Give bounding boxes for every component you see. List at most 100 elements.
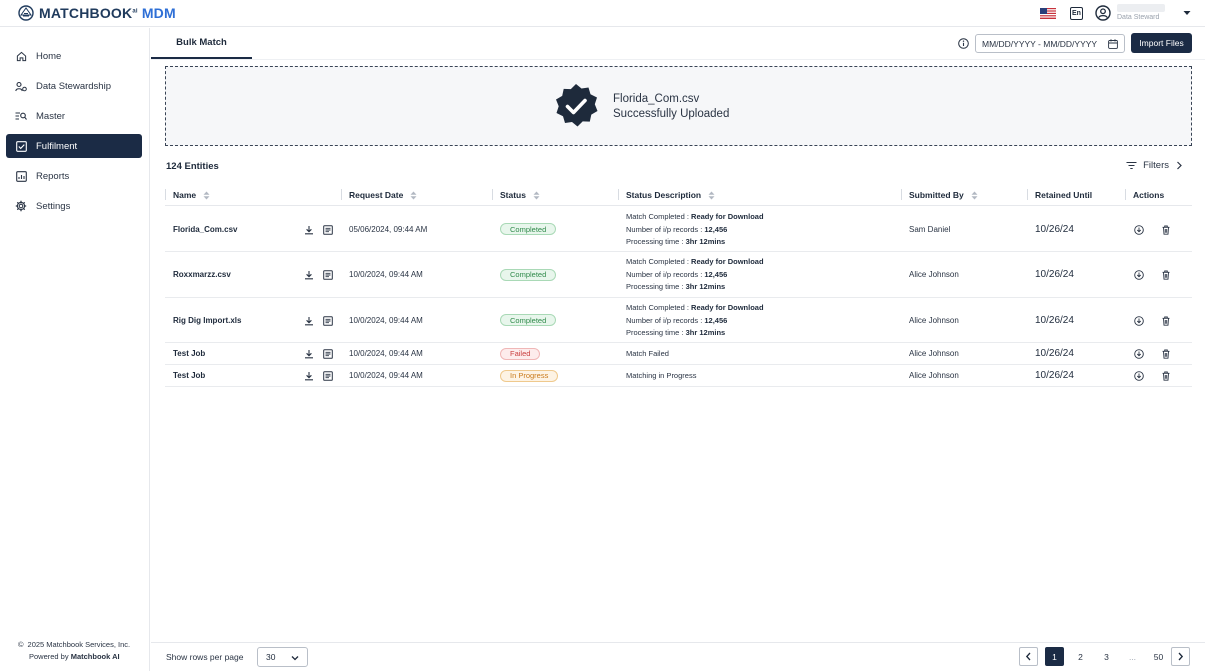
column-header-request-date[interactable]: Request Date: [341, 184, 417, 206]
table-row[interactable]: Test Job 10/0/2024, 09:44 AM Failed Matc…: [165, 343, 1192, 365]
import-files-button[interactable]: Import Files: [1131, 33, 1192, 53]
user-name-redacted: [1117, 4, 1165, 12]
sidebar-item-label: Reports: [36, 170, 70, 182]
download-circle-icon[interactable]: [1134, 349, 1144, 359]
tab-bulk-match[interactable]: Bulk Match: [151, 28, 252, 59]
download-circle-icon[interactable]: [1134, 270, 1144, 280]
page-button-3[interactable]: 3: [1097, 647, 1116, 666]
brand-logo[interactable]: MATCHBOOKai MDM: [18, 3, 176, 23]
page-button-1[interactable]: 1: [1045, 647, 1064, 666]
details-icon[interactable]: [323, 225, 333, 235]
rows-per-page-select[interactable]: 30: [257, 647, 308, 667]
user-role: Data Steward: [1117, 14, 1160, 21]
uploaded-filename: Florida_Com.csv: [613, 93, 700, 105]
trash-icon[interactable]: [1161, 225, 1171, 235]
details-icon[interactable]: [323, 371, 333, 381]
column-header-submitted-by[interactable]: Submitted By: [901, 184, 978, 206]
submitted-by: Sam Daniel: [909, 224, 951, 234]
details-icon[interactable]: [323, 349, 333, 359]
gear-icon: [15, 200, 27, 212]
download-circle-icon[interactable]: [1134, 225, 1144, 235]
date-range-input[interactable]: MM/DD/YYYY - MM/DD/YYYY: [975, 34, 1125, 53]
user-avatar-icon[interactable]: [1095, 5, 1111, 21]
filters-button[interactable]: Filters: [1126, 160, 1183, 171]
sidebar-item-reports[interactable]: Reports: [6, 164, 142, 188]
status-description: Match Failed: [626, 349, 669, 358]
verified-badge-icon: [556, 84, 598, 127]
table-row[interactable]: Florida_Com.csv 05/06/2024, 09:44 AM Com…: [165, 207, 1192, 252]
sort-icon[interactable]: [203, 191, 210, 200]
pagination: 1 2 3 ... 50: [1012, 647, 1190, 666]
calendar-icon[interactable]: [1108, 39, 1118, 49]
download-icon[interactable]: [304, 371, 314, 381]
sort-icon[interactable]: [533, 191, 540, 200]
trash-icon[interactable]: [1161, 270, 1171, 280]
brand-name: MATCHBOOKai MDM: [39, 5, 176, 21]
status-badge: In Progress: [500, 369, 559, 382]
status-badge: Failed: [500, 347, 541, 360]
request-date: 10/0/2024, 09:44 AM: [349, 270, 423, 279]
sidebar-item-label: Master: [36, 110, 66, 122]
user-info[interactable]: Data Steward: [1117, 3, 1179, 23]
copyright-text: 2025 Matchbook Services, Inc.: [27, 640, 131, 649]
us-flag-icon[interactable]: [1040, 7, 1056, 19]
caret-down-icon[interactable]: [1183, 9, 1191, 17]
sidebar-item-master[interactable]: Master: [6, 104, 142, 128]
download-icon[interactable]: [304, 316, 314, 326]
download-icon[interactable]: [304, 270, 314, 280]
sort-icon[interactable]: [708, 191, 715, 200]
download-icon[interactable]: [304, 225, 314, 235]
trash-icon[interactable]: [1161, 371, 1171, 381]
file-name[interactable]: Test Job: [173, 365, 205, 386]
page-button-50[interactable]: 50: [1149, 647, 1168, 666]
next-page-button[interactable]: [1171, 647, 1190, 666]
rows-per-page-value: 30: [266, 652, 276, 662]
chevron-right-icon: [1177, 161, 1182, 170]
table-row[interactable]: Rig Dig Import.xls 10/0/2024, 09:44 AM C…: [165, 298, 1192, 343]
sort-icon[interactable]: [410, 191, 417, 200]
previous-page-button[interactable]: [1019, 647, 1038, 666]
file-name[interactable]: Roxxmarzz.csv: [173, 252, 231, 297]
report-icon: [15, 170, 27, 182]
rows-per-page-label: Show rows per page: [166, 652, 244, 662]
upload-status: Successfully Uploaded: [613, 108, 730, 120]
table-row[interactable]: Test Job 10/0/2024, 09:44 AM In Progress…: [165, 365, 1192, 387]
trash-icon[interactable]: [1161, 316, 1171, 326]
upload-message: Florida_Com.csv Successfully Uploaded: [613, 92, 729, 122]
matchbook-logo-icon: [18, 5, 34, 21]
table-row[interactable]: Roxxmarzz.csv 10/0/2024, 09:44 AM Comple…: [165, 252, 1192, 298]
powered-by-brand: Matchbook AI: [70, 652, 120, 661]
data-stewardship-icon: [15, 80, 27, 92]
column-header-status-description[interactable]: Status Description: [618, 184, 715, 206]
status-badge: Completed: [500, 268, 557, 281]
chevron-right-icon: [1178, 652, 1184, 661]
file-name[interactable]: Test Job: [173, 343, 205, 364]
details-icon[interactable]: [323, 270, 333, 280]
sidebar-item-home[interactable]: Home: [6, 44, 142, 68]
retained-until: 10/26/24: [1035, 348, 1074, 359]
column-header-retained-until: Retained Until: [1027, 184, 1092, 206]
language-toggle[interactable]: En: [1070, 6, 1083, 20]
sidebar-item-label: Settings: [36, 200, 71, 212]
file-name[interactable]: Florida_Com.csv: [173, 207, 237, 251]
info-icon[interactable]: [958, 38, 969, 49]
file-dropzone[interactable]: Florida_Com.csv Successfully Uploaded: [165, 66, 1192, 146]
sort-icon[interactable]: [971, 191, 978, 200]
sidebar-item-data-stewardship[interactable]: Data Stewardship: [6, 74, 142, 98]
status-cell: Completed: [500, 207, 557, 251]
download-circle-icon[interactable]: [1134, 371, 1144, 381]
chevron-left-icon: [1025, 652, 1031, 661]
column-header-status[interactable]: Status: [492, 184, 540, 206]
sidebar-item-fulfilment[interactable]: Fulfilment: [6, 134, 142, 158]
trash-icon[interactable]: [1161, 349, 1171, 359]
details-icon[interactable]: [323, 316, 333, 326]
file-name[interactable]: Rig Dig Import.xls: [173, 298, 241, 342]
status-badge: Completed: [500, 223, 557, 235]
tab-divider: [151, 59, 1205, 60]
column-header-name[interactable]: Name: [165, 184, 210, 206]
page-button-2[interactable]: 2: [1071, 647, 1090, 666]
sidebar-item-settings[interactable]: Settings: [6, 194, 142, 218]
download-icon[interactable]: [304, 349, 314, 359]
status-cell: Completed: [500, 298, 557, 342]
download-circle-icon[interactable]: [1134, 316, 1144, 326]
